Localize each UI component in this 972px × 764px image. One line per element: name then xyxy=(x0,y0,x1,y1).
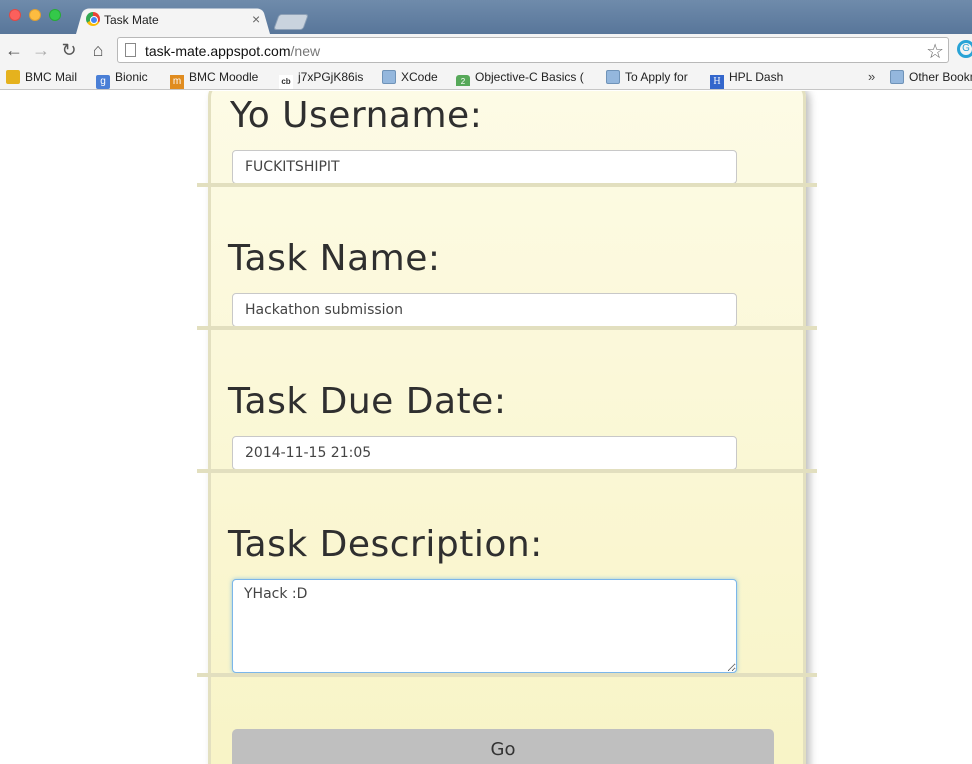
bookmark-xcode[interactable]: XCode xyxy=(382,70,438,86)
folder-icon xyxy=(890,70,904,84)
url-text[interactable]: task-mate.appspot.com/new xyxy=(145,43,320,59)
bookmark-label: Bionic xyxy=(115,70,148,84)
folder-icon xyxy=(382,70,396,84)
tab-strip: Task Mate × xyxy=(0,0,972,34)
bookmark-label: XCode xyxy=(401,70,438,84)
tab-title: Task Mate xyxy=(104,13,159,27)
close-window-button[interactable] xyxy=(9,9,21,21)
divider-line xyxy=(197,183,817,187)
bookmark-label: BMC Moodle xyxy=(189,70,259,84)
bookmark-objective-c-basics[interactable]: 2 Objective-C Basics ( xyxy=(456,70,594,86)
due-date-label: Task Due Date: xyxy=(228,381,507,422)
username-label: Yo Username: xyxy=(230,95,483,136)
due-date-input[interactable] xyxy=(232,436,737,470)
moodle-icon: m xyxy=(170,75,184,89)
bookmark-bmc-moodle[interactable]: m BMC Moodle xyxy=(170,70,259,89)
bookmark-other-bookmarks[interactable]: Other Bookmarks xyxy=(890,70,972,86)
address-bar[interactable]: task-mate.appspot.com/new ☆ xyxy=(117,37,949,63)
description-label: Task Description: xyxy=(228,524,543,565)
bookmark-label: j7xPGjK86is xyxy=(298,70,364,84)
folder-icon xyxy=(606,70,620,84)
bookmark-star-icon[interactable]: ☆ xyxy=(926,39,944,64)
more-bookmarks-chevron-icon[interactable]: » xyxy=(868,69,875,84)
bookmark-bmc-mail[interactable]: BMC Mail xyxy=(6,70,77,86)
home-icon[interactable]: ⌂ xyxy=(88,40,108,60)
task-name-label: Task Name: xyxy=(228,238,441,279)
zoom-window-button[interactable] xyxy=(49,9,61,21)
username-input[interactable] xyxy=(232,150,737,184)
minimize-window-button[interactable] xyxy=(29,9,41,21)
forward-arrow-icon[interactable]: → xyxy=(31,40,51,60)
browser-toolbar: ← → ↻ ⌂ task-mate.appspot.com/new ☆ G xyxy=(0,34,972,66)
go-button[interactable]: Go xyxy=(232,729,774,764)
h-icon: H xyxy=(710,75,724,89)
google-icon: g xyxy=(96,75,110,89)
task-name-input[interactable] xyxy=(232,293,737,327)
hex-icon: 2 xyxy=(456,75,470,86)
page-icon xyxy=(125,43,136,57)
reload-icon[interactable]: ↻ xyxy=(59,40,79,60)
tab-close-icon[interactable]: × xyxy=(252,11,260,27)
chrome-favicon-icon xyxy=(86,12,100,26)
new-tab-button[interactable] xyxy=(273,14,309,30)
bookmark-bionic[interactable]: g Bionic xyxy=(96,70,148,89)
description-textarea[interactable]: YHack :D xyxy=(232,579,737,673)
divider-line xyxy=(197,469,817,473)
bookmark-label: To Apply for xyxy=(625,70,688,84)
cb-icon: cb xyxy=(279,75,293,89)
divider-line xyxy=(197,673,817,677)
active-tab-content[interactable]: Task Mate × xyxy=(86,10,266,30)
bookmarks-bar: BMC Mail g Bionic m BMC Moodle cb j7xPGjK86… xyxy=(0,66,972,90)
url-host: task-mate.appspot.com xyxy=(145,43,291,59)
bookmark-label: Other Bookmarks xyxy=(909,70,972,84)
bookmark-hpl-dash[interactable]: H HPL Dash xyxy=(710,70,784,89)
bookmark-label: HPL Dash xyxy=(729,70,784,84)
bookmark-j7xpgjk86is[interactable]: cb j7xPGjK86is xyxy=(279,70,364,89)
divider-line xyxy=(197,326,817,330)
url-path: /new xyxy=(290,43,321,59)
back-arrow-icon[interactable]: ← xyxy=(4,40,24,60)
bookmark-label: BMC Mail xyxy=(25,70,78,84)
bookmark-label: Objective-C Basics ( xyxy=(475,70,584,84)
page-viewport: Yo Username: Task Name: Task Due Date: T… xyxy=(0,91,972,764)
bookmark-to-apply-for[interactable]: To Apply for xyxy=(606,70,688,86)
extension-icon[interactable]: G xyxy=(957,40,972,58)
fox-icon xyxy=(6,70,20,84)
